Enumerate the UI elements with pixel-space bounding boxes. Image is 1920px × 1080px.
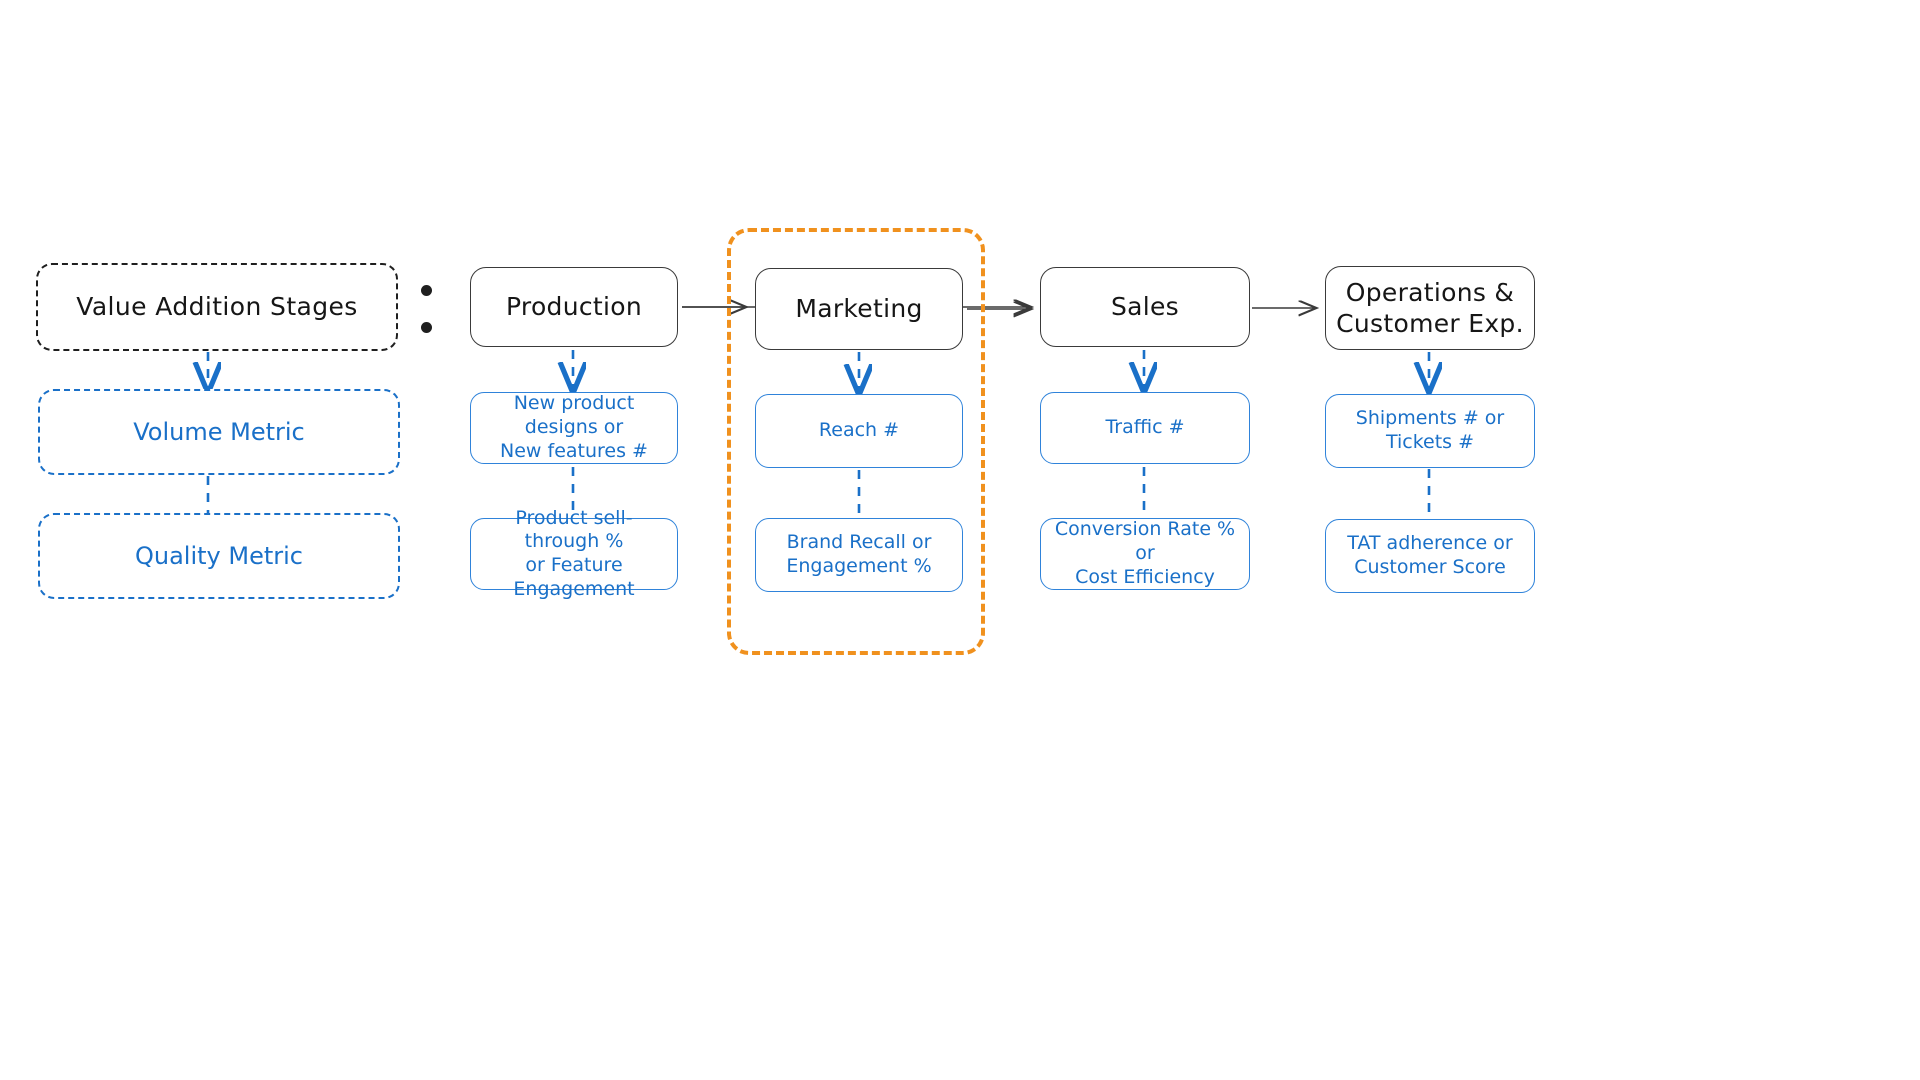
- metric-box-marketing-volume[interactable]: Reach #: [755, 394, 963, 468]
- stage-box-sales[interactable]: Sales: [1040, 267, 1250, 347]
- stage-label-marketing: Marketing: [795, 294, 923, 324]
- legend-quality-metric-box: Quality Metric: [38, 513, 400, 599]
- stage-label-production: Production: [505, 292, 642, 322]
- metric-label-marketing-quality: Brand Recall or Engagement %: [786, 531, 932, 577]
- metric-box-production-quality[interactable]: Product sell-through % or Feature Engage…: [470, 507, 678, 600]
- metric-box-sales-quality[interactable]: Conversion Rate % or Cost Efficiency: [1040, 518, 1250, 590]
- metric-label-production-quality: Product sell-through % or Feature Engage…: [513, 506, 635, 600]
- stage-box-production[interactable]: Production: [470, 267, 678, 347]
- metric-label-sales-quality: Conversion Rate % or Cost Efficiency: [1054, 518, 1236, 588]
- metric-label-sales-volume: Traffic #: [1105, 416, 1185, 439]
- stage-label-operations: Operations & Customer Exp.: [1336, 277, 1524, 338]
- legend-header-box: Value Addition Stages: [36, 263, 398, 351]
- metric-box-production-volume[interactable]: New product designs or New features #: [470, 392, 678, 464]
- metric-box-operations-volume[interactable]: Shipments # or Tickets #: [1325, 394, 1535, 468]
- stage-label-sales: Sales: [1110, 292, 1180, 322]
- metric-label-operations-volume: Shipments # or Tickets #: [1355, 407, 1505, 453]
- metric-label-operations-quality: TAT adherence or Customer Score: [1347, 532, 1513, 578]
- colon-separator-icon: [420, 285, 432, 333]
- metric-label-production-volume: New product designs or New features #: [500, 392, 648, 462]
- metric-box-marketing-quality[interactable]: Brand Recall or Engagement %: [755, 518, 963, 592]
- legend-volume-metric-box: Volume Metric: [38, 389, 400, 475]
- stage-box-operations[interactable]: Operations & Customer Exp.: [1325, 266, 1535, 350]
- metric-label-marketing-volume: Reach #: [818, 419, 900, 442]
- metric-box-operations-quality[interactable]: TAT adherence or Customer Score: [1325, 519, 1535, 593]
- stage-box-marketing[interactable]: Marketing: [755, 268, 963, 350]
- diagram-canvas: Value Addition Stages Volume Metric Qual…: [0, 0, 1920, 1080]
- legend-volume-metric-label: Volume Metric: [133, 418, 305, 446]
- legend-header-label: Value Addition Stages: [76, 292, 358, 322]
- metric-box-sales-volume[interactable]: Traffic #: [1040, 392, 1250, 464]
- legend-quality-metric-label: Quality Metric: [135, 542, 303, 570]
